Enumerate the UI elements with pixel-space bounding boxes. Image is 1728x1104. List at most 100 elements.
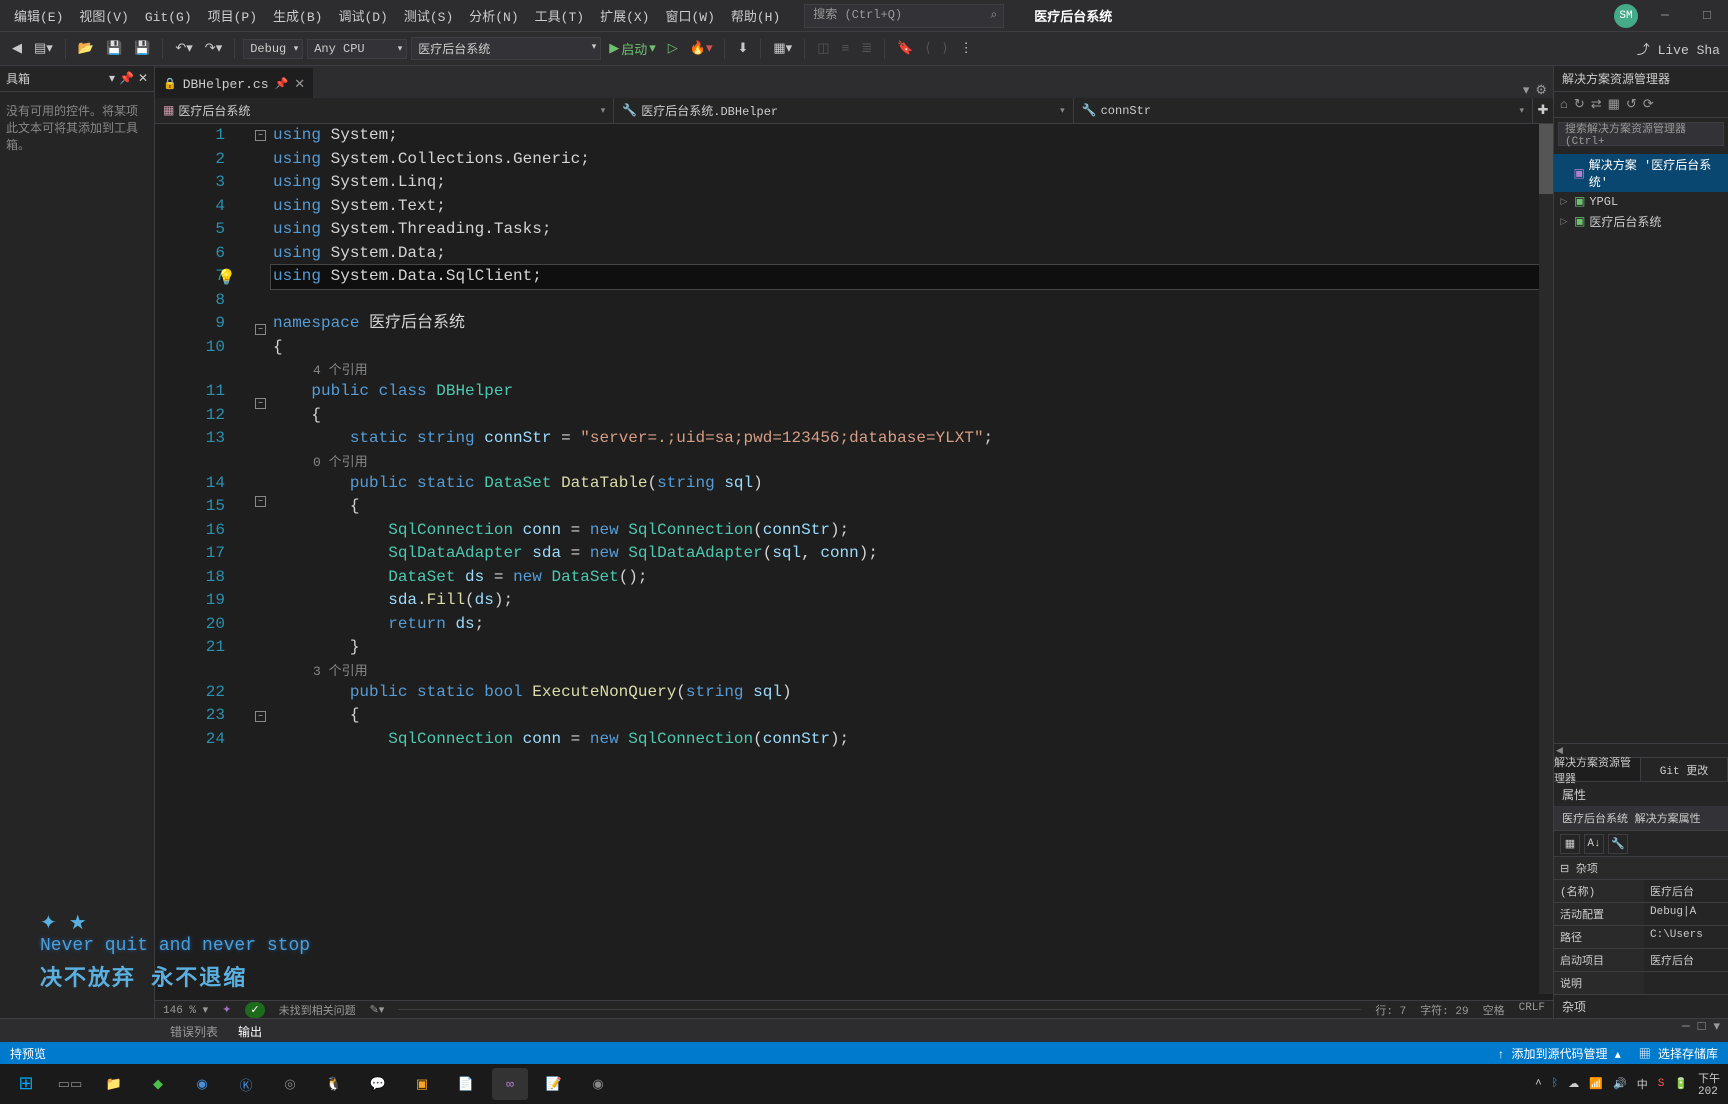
app-icon-2[interactable]: ◉ [184, 1068, 220, 1100]
overflow-icon[interactable]: ⋮ [956, 39, 977, 58]
eol-indicator[interactable]: CRLF [1519, 1002, 1545, 1018]
property-row[interactable]: (名称)医疗后台 [1554, 879, 1728, 902]
project-ypgl[interactable]: ▷▣YPGL [1554, 192, 1728, 211]
nav-class[interactable]: 🔧医疗后台系统.DBHelper▾ [614, 98, 1073, 123]
save-all-icon[interactable]: 💾 [130, 39, 154, 58]
lightbulb-icon[interactable]: 💡 [217, 267, 236, 291]
step-icon[interactable]: ⬇ [733, 39, 752, 58]
property-row[interactable]: 活动配置Debug|A [1554, 902, 1728, 925]
repo-select-button[interactable]: ▦ 选择存储库 [1639, 1045, 1718, 1062]
line-indicator[interactable]: 行: 7 [1375, 1002, 1406, 1018]
live-share-button[interactable]: ⤴ Live Sha [1637, 39, 1720, 58]
split-icon[interactable]: ✚ [1533, 103, 1553, 118]
issues-indicator[interactable]: ✓ [245, 1002, 264, 1018]
save-icon[interactable]: 💾 [102, 39, 126, 58]
vertical-scrollbar[interactable] [1539, 124, 1553, 994]
clock[interactable]: 下午202 [1698, 1070, 1720, 1098]
solution-search[interactable]: 搜索解决方案资源管理器(Ctrl+ [1558, 122, 1724, 146]
menu-item[interactable]: 视图(V) [71, 6, 136, 29]
property-row[interactable]: 启动项目医疗后台 [1554, 948, 1728, 971]
start-button[interactable]: ⊞ [8, 1068, 44, 1100]
properties-header[interactable]: 医疗后台系统 解决方案属性 [1562, 810, 1701, 826]
close-icon[interactable]: ✕ [138, 71, 148, 86]
menu-item[interactable]: 分析(N) [461, 6, 526, 29]
props-wrench-icon[interactable]: 🔧 [1608, 834, 1628, 854]
refresh-icon[interactable]: ↺ [1626, 97, 1637, 112]
app-icon-3[interactable]: Ⓚ [228, 1068, 264, 1100]
app-icon-5[interactable]: ▣ [404, 1068, 440, 1100]
nav-member[interactable]: 🔧connStr▾ [1074, 98, 1533, 123]
qq-icon[interactable]: 🐧 [316, 1068, 352, 1100]
app-icon-6[interactable]: 📄 [448, 1068, 484, 1100]
code-content[interactable]: using System;using System.Collections.Ge… [271, 124, 1553, 1000]
alpha-icon[interactable]: A↓ [1584, 834, 1604, 854]
solution-tree[interactable]: ▣解决方案 '医疗后台系统' ▷▣YPGL ▷▣医疗后台系统 [1554, 150, 1728, 743]
fold-column[interactable]: −−−−− [255, 124, 271, 1000]
menu-item[interactable]: 窗口(W) [657, 6, 722, 29]
platform-select[interactable]: Any CPU [307, 39, 407, 59]
start-nodebug-button[interactable]: ▷ [664, 39, 682, 58]
property-row[interactable]: 路径C:\Users [1554, 925, 1728, 948]
battery-icon[interactable]: 🔋 [1674, 1077, 1688, 1091]
menu-item[interactable]: 测试(S) [396, 6, 461, 29]
config-select[interactable]: Debug [243, 39, 303, 59]
close-tab-icon[interactable]: ✕ [294, 77, 305, 92]
undo-button[interactable]: ↶▾ [171, 39, 196, 58]
obs-icon[interactable]: ◉ [580, 1068, 616, 1100]
menu-item[interactable]: 工具(T) [527, 6, 592, 29]
project-medical[interactable]: ▷▣医疗后台系统 [1554, 211, 1728, 232]
menu-item[interactable]: 帮助(H) [723, 6, 788, 29]
pin-icon[interactable]: 📌 [119, 71, 134, 86]
bookmark-icon[interactable]: 🔖 [893, 39, 917, 58]
panel-max-icon[interactable]: □ [1698, 1019, 1706, 1034]
home-icon[interactable]: ⌂ [1560, 97, 1568, 112]
autohide-icon[interactable]: ▾ [109, 71, 115, 86]
menu-item[interactable]: Git(G) [137, 6, 200, 29]
status-preview[interactable]: 持预览 [10, 1045, 46, 1062]
maximize-button[interactable]: □ [1692, 8, 1722, 23]
preview-icon[interactable]: ▾ [1523, 83, 1530, 98]
avatar[interactable]: SM [1614, 4, 1638, 28]
visual-studio-icon[interactable]: ∞ [492, 1068, 528, 1100]
source-control-button[interactable]: ↑ 添加到源代码管理 ▴ [1497, 1045, 1621, 1062]
minimize-button[interactable]: ─ [1650, 8, 1680, 23]
explorer-icon[interactable]: 📁 [96, 1068, 132, 1100]
panel-drop-icon[interactable]: ▾ [1713, 1019, 1720, 1034]
solution-root[interactable]: ▣解决方案 '医疗后台系统' [1554, 154, 1728, 192]
show-all-icon[interactable]: ▦ [1608, 97, 1620, 112]
sync-icon[interactable]: ↻ [1574, 97, 1585, 112]
tab-dbhelper[interactable]: 🔒 DBHelper.cs 📌 ✕ [155, 68, 313, 98]
cloud-icon[interactable]: ☁ [1568, 1077, 1579, 1091]
tab-solution-explorer[interactable]: 解决方案资源管理器 [1554, 758, 1641, 781]
search-box[interactable]: 搜索 (Ctrl+Q) [804, 4, 1004, 28]
startup-project-select[interactable]: 医疗后台系统 [411, 37, 601, 60]
volume-icon[interactable]: 🔊 [1613, 1077, 1627, 1091]
ime-indicator[interactable]: 中 [1637, 1076, 1648, 1092]
menu-item[interactable]: 编辑(E) [6, 6, 71, 29]
menu-item[interactable]: 调试(D) [330, 6, 395, 29]
props-group[interactable]: ⊟ 杂项 [1554, 856, 1728, 879]
start-debug-button[interactable]: ▶ 启动 ▾ [605, 37, 660, 60]
col-indicator[interactable]: 字符: 29 [1420, 1002, 1468, 1018]
zoom-select[interactable]: 146 % ▾ [163, 1003, 208, 1017]
gear-icon[interactable]: ⚙ [1535, 83, 1547, 98]
redo-button[interactable]: ↷▾ [201, 39, 226, 58]
tab-git-changes[interactable]: Git 更改 [1641, 758, 1728, 781]
property-row[interactable]: 说明 [1554, 971, 1728, 994]
tab-output[interactable]: 输出 [228, 1019, 272, 1042]
pin-tab-icon[interactable]: 📌 [275, 77, 289, 91]
insert-indicator[interactable]: 空格 [1483, 1002, 1505, 1018]
menu-item[interactable]: 扩展(X) [592, 6, 657, 29]
new-file-button[interactable]: ▤▾ [30, 39, 57, 58]
notepad-icon[interactable]: 📝 [536, 1068, 572, 1100]
tab-error-list[interactable]: 错误列表 [160, 1019, 228, 1042]
open-icon[interactable]: 📂 [74, 39, 98, 58]
back-button[interactable]: ◀ [8, 39, 26, 58]
hot-reload-icon[interactable]: 🔥▾ [686, 39, 717, 58]
menu-item[interactable]: 项目(P) [200, 6, 265, 29]
health-icon[interactable]: ✦ [222, 1003, 231, 1017]
app-icon-1[interactable]: ◆ [140, 1068, 176, 1100]
collapse-icon[interactable]: ⟳ [1643, 97, 1654, 112]
nav-project[interactable]: ▦医疗后台系统▾ [155, 98, 614, 123]
browse-icon[interactable]: ▦▾ [769, 39, 796, 58]
